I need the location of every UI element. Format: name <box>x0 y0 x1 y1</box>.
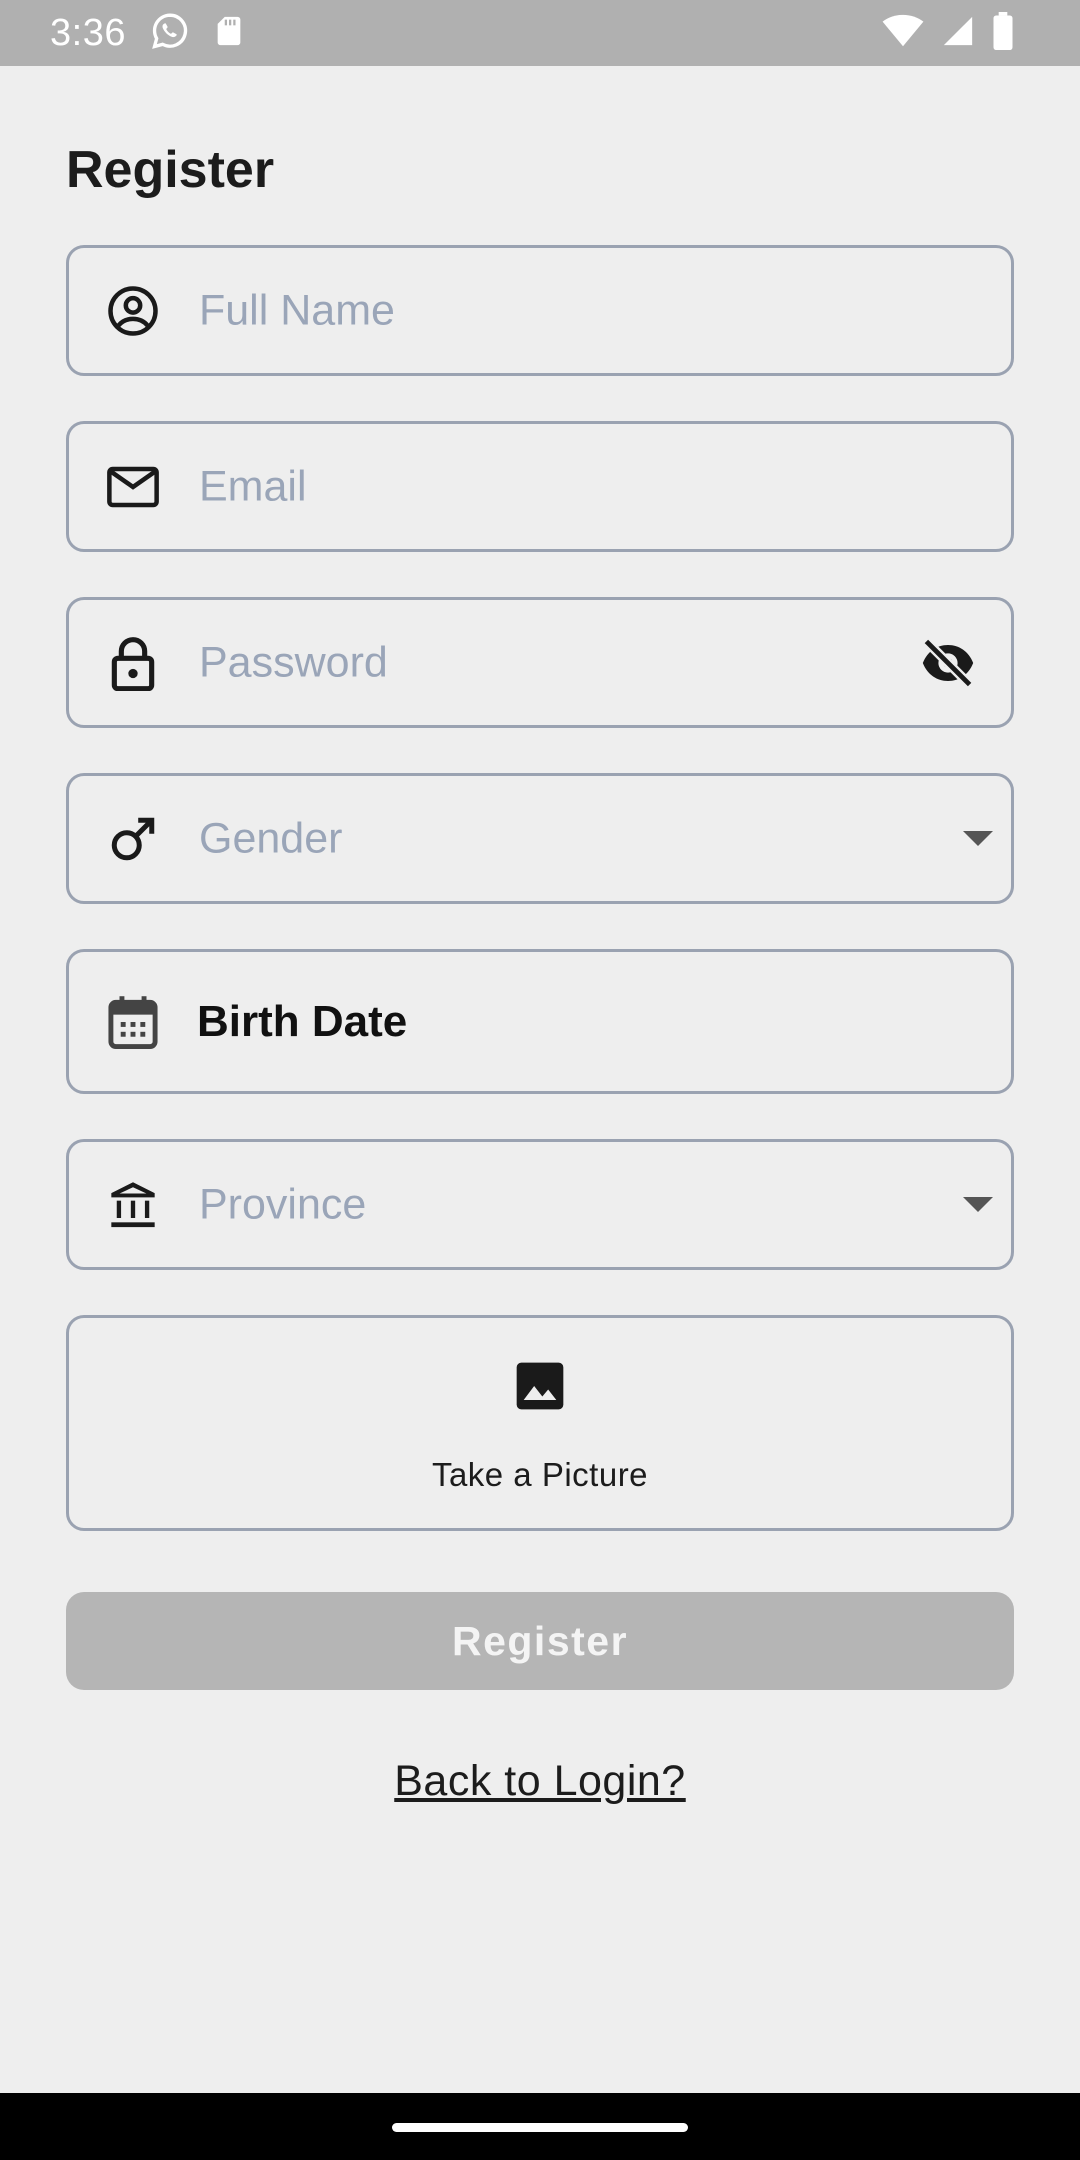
whatsapp-icon <box>150 11 190 56</box>
status-bar: 3:36 <box>0 0 1080 66</box>
person-circle-icon <box>105 283 161 339</box>
email-placeholder: Email <box>199 462 307 510</box>
back-to-login-link[interactable]: Back to Login? <box>0 1757 1080 1806</box>
take-picture-label: Take a Picture <box>431 1456 649 1493</box>
image-icon <box>512 1358 568 1414</box>
battery-icon <box>992 11 1014 55</box>
mail-icon <box>105 459 161 515</box>
birth-date-value: Birth Date <box>197 996 408 1046</box>
gender-select[interactable]: Gender <box>66 773 1014 904</box>
bank-icon <box>105 1177 161 1233</box>
full-name-placeholder: Full Name <box>199 286 395 334</box>
dropdown-arrow-icon[interactable] <box>963 1196 993 1213</box>
status-time: 3:36 <box>50 11 126 54</box>
password-placeholder: Password <box>199 638 388 686</box>
page-title: Register <box>66 141 275 199</box>
male-icon <box>105 811 161 867</box>
province-placeholder: Province <box>199 1180 367 1228</box>
dropdown-arrow-icon[interactable] <box>963 830 993 847</box>
signal-icon <box>940 14 976 53</box>
take-picture-button[interactable]: Take a Picture <box>66 1315 1014 1531</box>
navigation-bar <box>0 2093 1080 2160</box>
register-button[interactable]: Register <box>66 1592 1014 1690</box>
sd-card-icon <box>212 13 246 54</box>
gender-placeholder: Gender <box>199 814 343 862</box>
lock-icon <box>105 635 161 691</box>
visibility-off-icon[interactable] <box>919 638 977 687</box>
password-field[interactable]: Password <box>66 597 1014 728</box>
full-name-field[interactable]: Full Name <box>66 245 1014 376</box>
calendar-icon <box>105 994 161 1050</box>
home-gesture-handle[interactable] <box>392 2123 688 2132</box>
province-select[interactable]: Province <box>66 1139 1014 1270</box>
wifi-icon <box>882 14 924 53</box>
birth-date-field[interactable]: Birth Date <box>66 949 1014 1094</box>
email-field[interactable]: Email <box>66 421 1014 552</box>
